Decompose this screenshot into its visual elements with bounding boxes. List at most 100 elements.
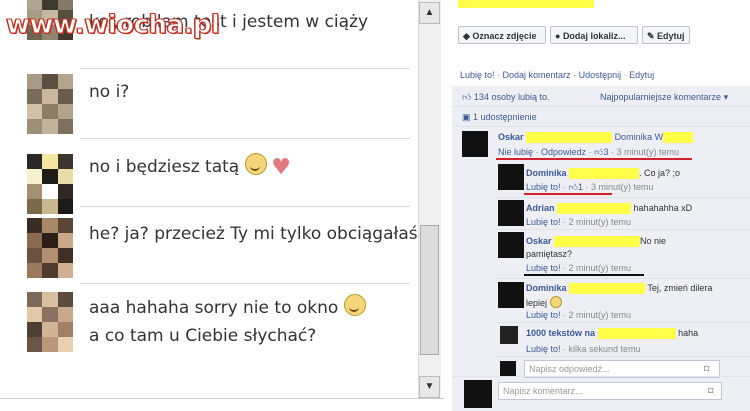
divider [496, 278, 750, 279]
unlike-link[interactable]: Nie lubię [498, 147, 533, 157]
camera-icon[interactable]: ◘ [704, 363, 709, 373]
comment-author[interactable]: Oskar [526, 236, 552, 246]
comment-meta: Lubię to! · 2 minut(y) temu [526, 310, 632, 320]
comment-author[interactable]: Adrian [526, 203, 555, 213]
reply: Adrian hahahahha xD [526, 203, 692, 215]
chat-window: kej, robiłam test i jestem w ciąży no i?… [0, 0, 444, 411]
scroll-up-button[interactable]: ▲ [419, 2, 440, 24]
avatar [498, 282, 524, 308]
shares-row: ▣ 1 udostępnienie [462, 112, 537, 123]
comment-author[interactable]: Oskar [498, 132, 524, 142]
timestamp: 3 minut(y) temu [590, 182, 654, 192]
like-link[interactable]: Lubię to! [526, 263, 561, 273]
reply: Oskar No nie [526, 236, 666, 248]
avatar [500, 326, 518, 344]
timestamp: kilka sekund temu [568, 344, 641, 354]
avatar [498, 232, 524, 258]
like-link[interactable]: Lubię to! [460, 70, 495, 80]
timestamp: 2 minut(y) temu [568, 217, 632, 227]
comment-author[interactable]: Dominika [526, 283, 567, 293]
reply-link[interactable]: Odpowiedz [541, 147, 586, 157]
divider [452, 376, 750, 377]
timestamp: 2 minut(y) temu [568, 310, 632, 320]
tag-icon: ◆ [463, 31, 473, 41]
message-divider [80, 138, 410, 139]
red-underline [496, 158, 692, 160]
message-text: aaa hahaha sorry nie to okno [89, 298, 339, 318]
message-divider [80, 206, 410, 207]
comment-text: pamiętasz? [526, 249, 573, 259]
like-link[interactable]: Lubię to! [526, 310, 561, 320]
divider [496, 322, 750, 323]
mention[interactable]: Dominika W [615, 132, 664, 142]
tag-photo-button[interactable]: ◆ Oznacz zdjęcie [458, 26, 546, 44]
timestamp: 3 minut(y) temu [616, 147, 680, 157]
redacted-name [569, 168, 640, 180]
redacted-name [663, 132, 694, 144]
share-icon: ▣ [462, 112, 471, 122]
chat-message: no i? [89, 82, 130, 102]
comment-meta: Lubię to! · 👍︎1 · 3 minut(y) temu [526, 182, 654, 192]
smile-emoji-icon [549, 296, 562, 308]
avatar [498, 200, 524, 226]
smile-emoji-icon [245, 153, 268, 175]
comment-input[interactable]: Napisz komentarz... [498, 382, 722, 400]
comment-link[interactable]: Dodaj komentarz [503, 70, 571, 80]
highlighted-text [458, 0, 594, 8]
comment-meta: Lubię to! · 2 minut(y) temu [526, 263, 632, 273]
likes-row: 👍︎ 134 osoby lubią to. [462, 92, 549, 103]
divider [496, 229, 750, 230]
shares-count[interactable]: 1 udostępnienie [473, 112, 537, 122]
comment-author[interactable]: 1000 tekstów na [526, 328, 595, 338]
chat-input[interactable] [0, 398, 444, 411]
comment-author[interactable]: Dominika [526, 168, 567, 178]
edit-link[interactable]: Edytuj [629, 70, 654, 80]
comment: Oskar Dominika W [498, 132, 694, 144]
scroll-down-button[interactable]: ▼ [419, 376, 440, 398]
avatar [27, 74, 73, 134]
avatar [462, 131, 488, 157]
redacted-name [557, 203, 632, 215]
divider [496, 197, 750, 198]
pencil-icon: ✎ [647, 31, 658, 41]
edit-button[interactable]: ✎ Edytuj [642, 26, 690, 44]
comment-meta: Nie lubię · Odpowiedz · 👍︎3 · 3 minut(y)… [498, 147, 680, 157]
comment-text: Tej, zmień dilera [647, 283, 713, 293]
chat-message: he? ja? przecież Ty mi tylko obciągałaś [89, 224, 418, 244]
reply: Dominika . Co ja? ;o [526, 168, 681, 180]
share-link[interactable]: Udostępnij [579, 70, 622, 80]
reply: 1000 tekstów na haha [526, 328, 699, 340]
chat-message: a co tam u Ciebie słychać? [89, 326, 317, 346]
likes-count[interactable]: 134 osoby lubią to. [474, 92, 550, 102]
avatar [27, 154, 73, 214]
scroll-thumb[interactable] [420, 225, 439, 355]
reply: Dominika Tej, zmień dilera [526, 283, 713, 295]
redacted-name [569, 283, 646, 295]
divider [452, 106, 750, 107]
comment-text: lepiej [526, 296, 562, 308]
like-link[interactable]: Lubię to! [526, 182, 561, 192]
sort-dropdown[interactable]: Najpopularniejsze komentarze ▾ [600, 92, 728, 103]
post-actions: Lubię to! · Dodaj komentarz · Udostępnij… [460, 70, 655, 80]
redacted-name [597, 328, 676, 340]
redacted-name [554, 236, 641, 248]
thumbs-up-icon: 👍︎ [462, 92, 472, 102]
avatar [500, 361, 516, 377]
comment-text: haha [678, 328, 699, 338]
comment-meta: Lubię to! · 2 minut(y) temu [526, 217, 632, 227]
avatar [498, 164, 524, 190]
camera-icon[interactable]: ◘ [708, 385, 713, 395]
like-link[interactable]: Lubię to! [526, 217, 561, 227]
avatar [464, 380, 492, 408]
comment-meta: Lubię to! · kilka sekund temu [526, 344, 641, 354]
message-divider [80, 68, 410, 69]
watermark: www.wiocha.pl [5, 10, 220, 41]
message-divider [80, 283, 410, 284]
black-underline [524, 274, 644, 276]
add-location-button[interactable]: ● Dodaj lokaliz... [550, 26, 638, 44]
scrollbar[interactable]: ▲ ▼ [418, 0, 441, 400]
comment-text: . Co ja? ;o [639, 168, 681, 178]
redacted-name [526, 132, 613, 144]
like-link[interactable]: Lubię to! [526, 344, 561, 354]
divider [452, 126, 750, 127]
